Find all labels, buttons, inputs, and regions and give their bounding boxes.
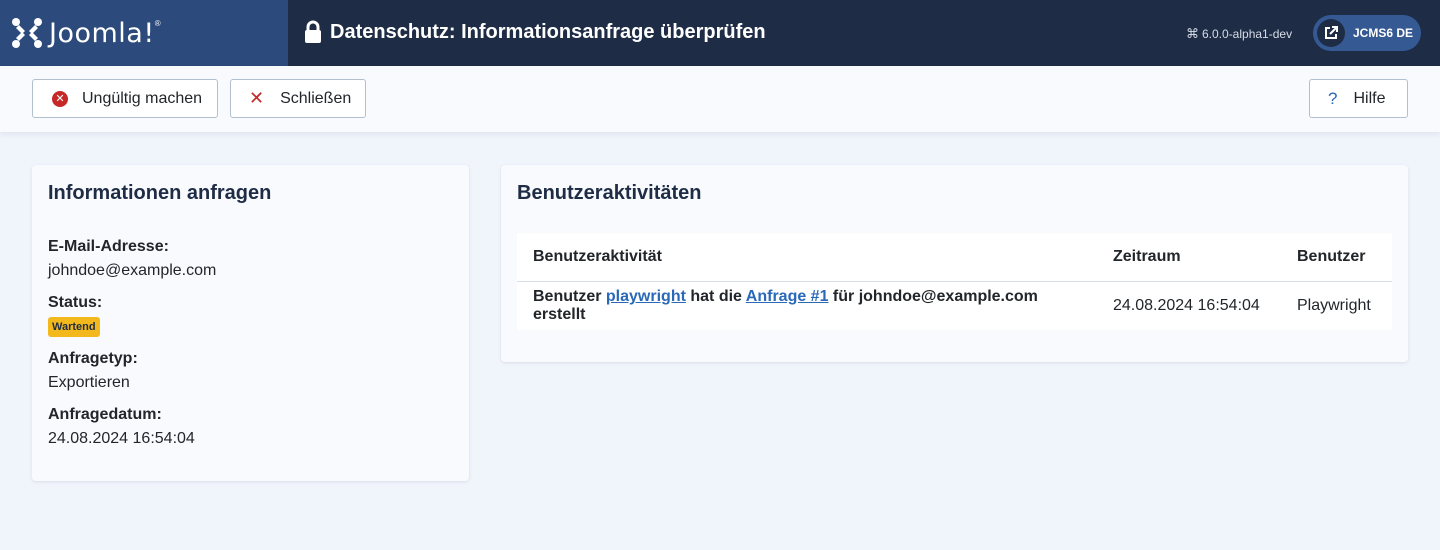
- invalidate-button[interactable]: ✕ Ungültig machen: [32, 79, 218, 118]
- activity-user-cell: Playwright: [1297, 297, 1371, 314]
- page-title-wrap: Datenschutz: Informationsanfrage überprü…: [304, 20, 766, 44]
- external-link-icon: [1317, 19, 1345, 47]
- request-details: E-Mail-Adresse: johndoe@example.com Stat…: [48, 235, 216, 459]
- request-type-value: Exportieren: [48, 374, 130, 391]
- help-label: Hilfe: [1353, 89, 1386, 107]
- page-title: Datenschutz: Informationsanfrage überprü…: [330, 20, 766, 43]
- close-icon: ✕: [249, 88, 265, 108]
- table-header-row: Benutzeraktivität Zeitraum Benutzer: [517, 233, 1392, 282]
- times-circle-icon: ✕: [52, 90, 68, 107]
- request-info-heading: Informationen anfragen: [48, 182, 272, 204]
- column-header-user: Benutzer: [1281, 233, 1392, 282]
- help-button[interactable]: ? Hilfe: [1309, 79, 1408, 118]
- registered-mark: ®: [154, 18, 161, 28]
- activity-date-cell: 24.08.2024 16:54:04: [1113, 297, 1260, 314]
- request-type-label: Anfragetyp:: [48, 350, 138, 367]
- brand[interactable]: Joomla! ®: [0, 0, 288, 66]
- version-text: 6.0.0-alpha1-dev: [1202, 27, 1293, 41]
- activity-prefix: Benutzer: [533, 288, 606, 305]
- close-label: Schließen: [280, 89, 352, 107]
- request-info-card: Informationen anfragen E-Mail-Adresse: j…: [32, 165, 469, 481]
- header-bar: Joomla! ® Datenschutz: Informationsanfrag…: [0, 0, 1440, 66]
- user-activities-card: Benutzeraktivitäten Benutzeraktivität Ze…: [501, 165, 1408, 362]
- version-info: ⌘ 6.0.0-alpha1-dev: [1186, 26, 1292, 42]
- activity-middle: hat die: [685, 288, 746, 305]
- status-badge: Wartend: [48, 316, 100, 337]
- invalidate-label: Ungültig machen: [82, 89, 203, 107]
- toolbar: ✕ Ungültig machen ✕ Schließen ? Hilfe: [0, 66, 1440, 132]
- user-link[interactable]: playwright: [606, 288, 686, 305]
- request-date-label: Anfragedatum:: [48, 406, 162, 423]
- site-name: JCMS6 DE: [1353, 26, 1414, 40]
- user-activities-heading: Benutzeraktivitäten: [517, 182, 702, 204]
- column-header-activity: Benutzeraktivität: [517, 233, 1097, 282]
- joomla-logo[interactable]: Joomla! ®: [11, 17, 161, 49]
- request-date-value: 24.08.2024 16:54:04: [48, 430, 195, 447]
- email-label: E-Mail-Adresse:: [48, 238, 169, 255]
- column-header-date: Zeitraum: [1097, 233, 1281, 282]
- lock-icon: [305, 20, 321, 43]
- status-label: Status:: [48, 294, 103, 311]
- activities-table: Benutzeraktivität Zeitraum Benutzer Benu…: [517, 233, 1392, 330]
- status-value: Wartend: [48, 315, 216, 339]
- joomla-version-icon: ⌘: [1186, 26, 1199, 41]
- request-link[interactable]: Anfrage #1: [746, 288, 829, 305]
- email-value: johndoe@example.com: [48, 262, 217, 279]
- close-button[interactable]: ✕ Schließen: [230, 79, 366, 118]
- question-icon: ?: [1328, 88, 1338, 108]
- logo-text: Joomla!: [49, 17, 155, 49]
- site-link-button[interactable]: JCMS6 DE: [1313, 15, 1421, 51]
- activity-cell: Benutzer playwright hat die Anfrage #1 f…: [517, 282, 1097, 331]
- joomla-logo-icon: [12, 18, 42, 48]
- table-row: Benutzer playwright hat die Anfrage #1 f…: [517, 282, 1392, 331]
